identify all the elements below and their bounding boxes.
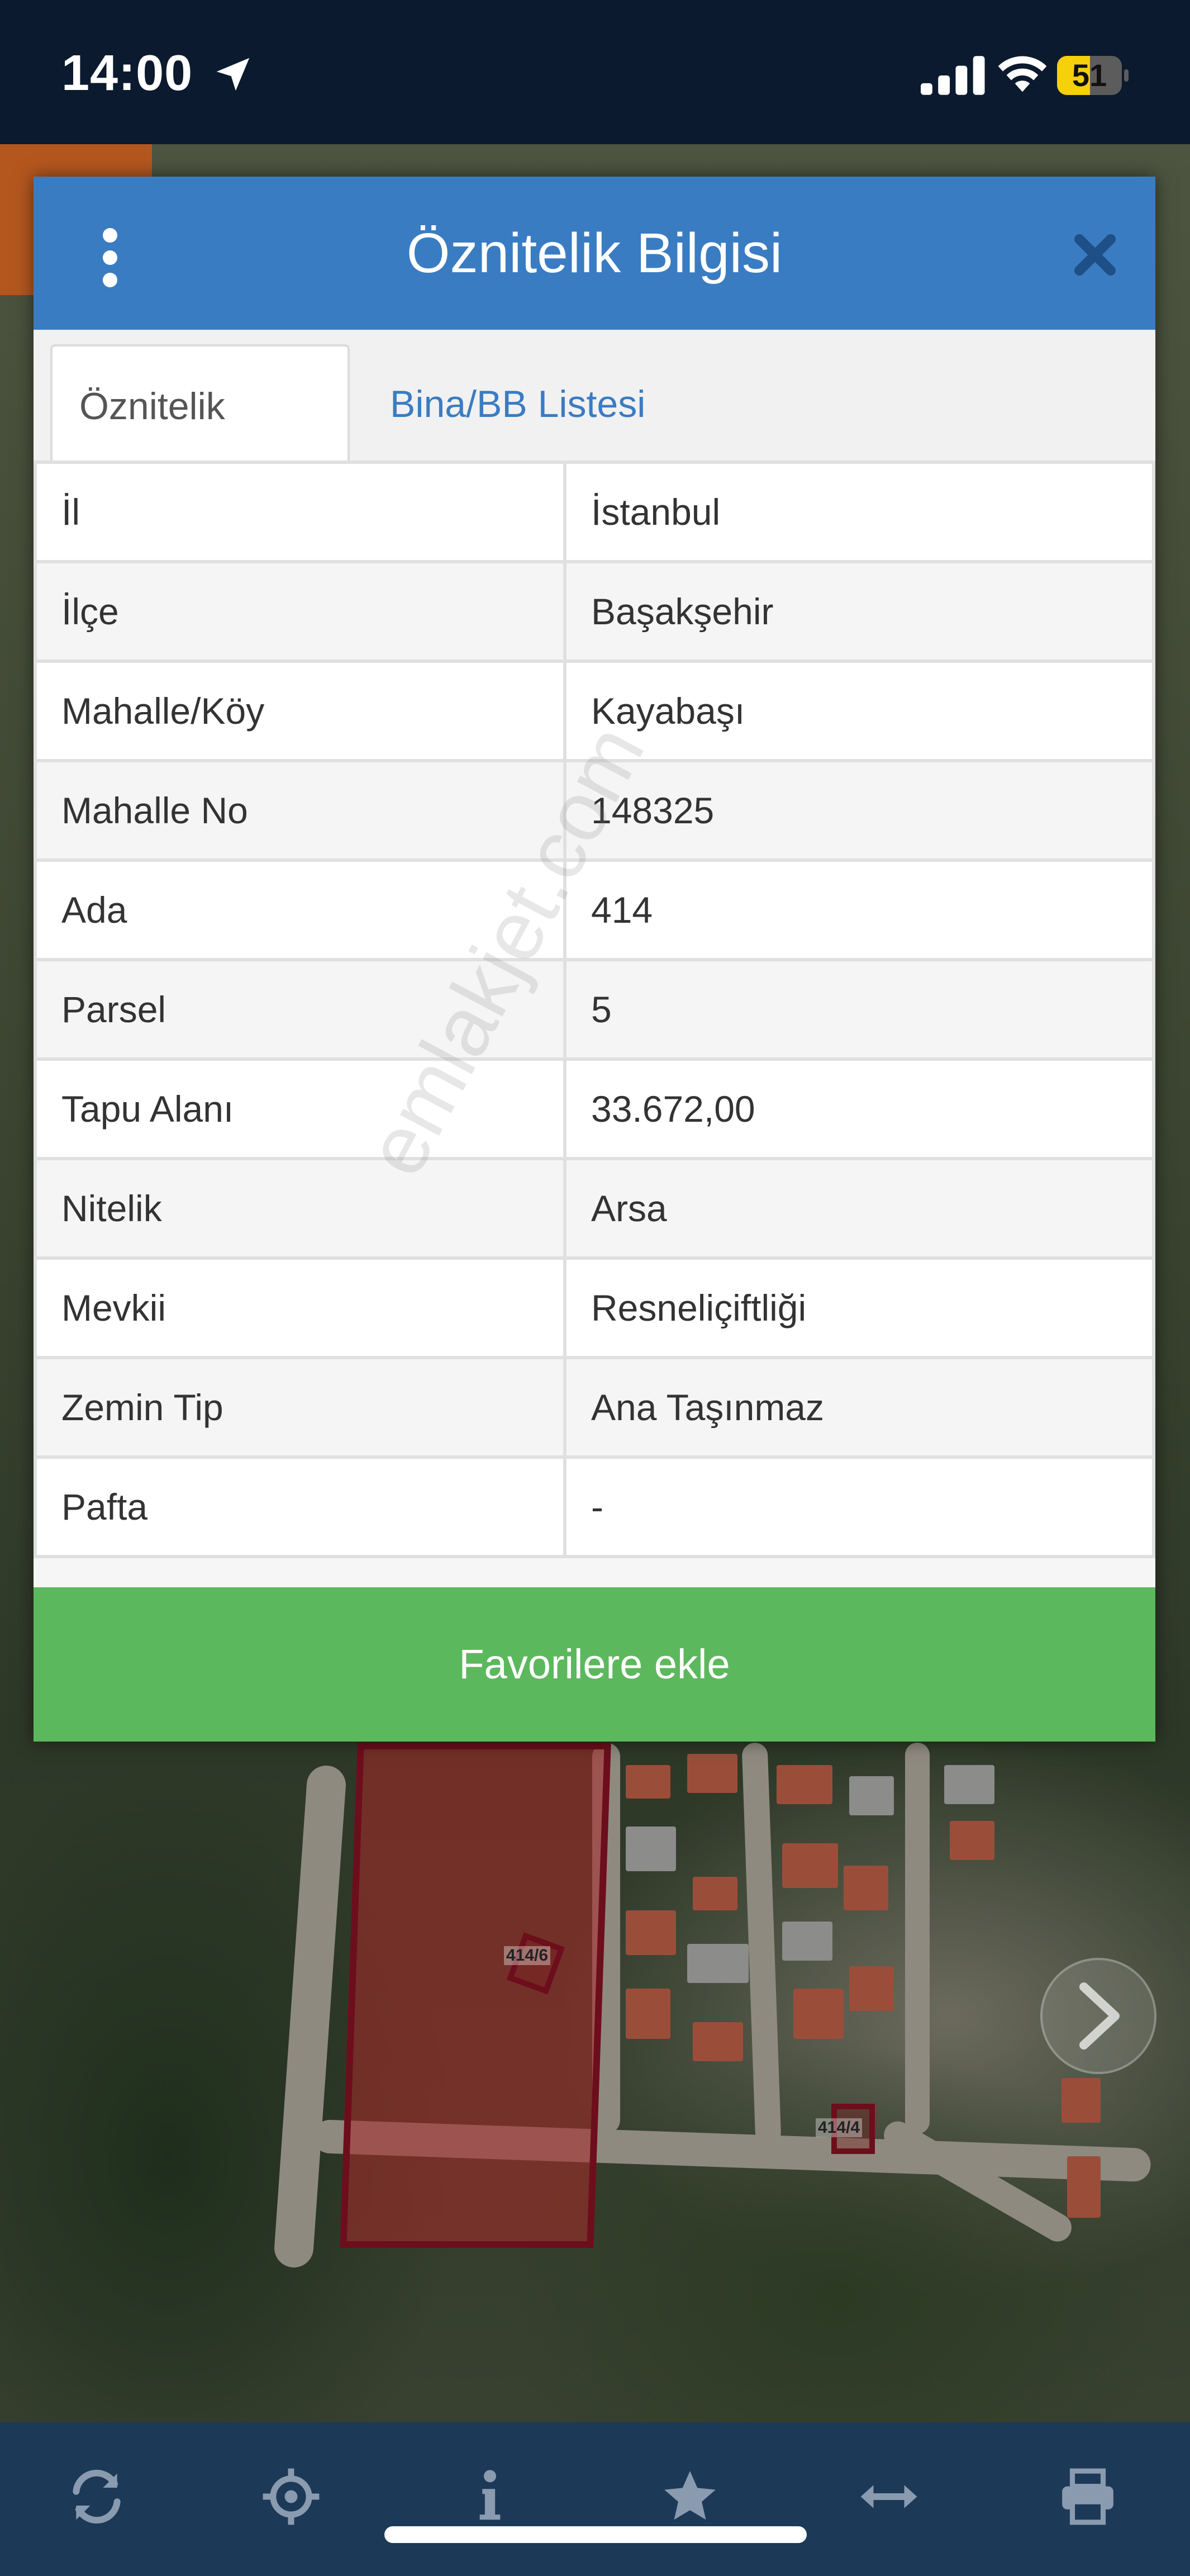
attribute-value: 33.672,00 [563, 1057, 1155, 1160]
chevron-right-icon [1079, 1982, 1120, 2050]
attribute-key: Parsel [34, 958, 567, 1061]
next-arrow-button[interactable] [1040, 1958, 1156, 2074]
info-button[interactable] [459, 2466, 521, 2527]
map-parcel-label: 414/6 [504, 1946, 551, 1965]
attribute-value: Ana Taşınmaz [563, 1356, 1155, 1459]
tab-building-list[interactable]: Bina/BB Listesi [363, 344, 672, 464]
attribute-key: Mevkii [34, 1256, 567, 1359]
map-building [693, 1877, 737, 1910]
map-building [782, 1922, 832, 1961]
attribute-key: Mahalle No [34, 759, 567, 862]
attribute-row: Pafta - [34, 1455, 1155, 1558]
map-building [626, 1989, 670, 2039]
favorites-button[interactable] [659, 2466, 721, 2527]
battery-icon: 51 [1057, 56, 1129, 95]
wifi-icon [998, 56, 1047, 92]
attribute-row: Nitelik Arsa [34, 1157, 1155, 1260]
attribute-row: Mahalle/Köy Kayabaşı [34, 660, 1155, 762]
tab-attribute-info[interactable]: Öznitelik Bilgisi [50, 344, 350, 547]
map-building [693, 2022, 743, 2061]
map-building [844, 1866, 888, 1910]
dialog-title: Öznitelik Bilgisi [406, 222, 783, 284]
map-building [950, 1821, 994, 1860]
attribute-row: Mahalle No 148325 [34, 759, 1155, 862]
attribute-value: - [563, 1455, 1155, 1558]
measure-icon [860, 2485, 917, 2508]
attribute-value: Resneliçiftliği [563, 1256, 1155, 1359]
attribute-key: Ada [34, 858, 567, 961]
attribute-value: İstanbul [563, 461, 1155, 563]
attribute-row: İlçe Başakşehir [34, 560, 1155, 663]
close-icon[interactable] [1073, 233, 1117, 277]
status-time: 14:00 [61, 45, 193, 101]
map-building [1067, 2156, 1101, 2218]
status-bar: 14:00 51 [0, 0, 1190, 144]
attribute-table: İl İstanbul İlçe Başakşehir Mahalle/Köy Kayab… [34, 461, 1155, 1558]
map-building [626, 1910, 676, 1955]
battery-level: 51 [1072, 58, 1107, 93]
attribute-key: Nitelik [34, 1157, 567, 1260]
info-icon [479, 2470, 501, 2520]
attribute-row: Zemin Tip Ana Taşınmaz [34, 1356, 1155, 1459]
attribute-value: 414 [563, 858, 1155, 961]
attribute-key: İlçe [34, 560, 567, 663]
home-indicator [384, 2526, 807, 2543]
map-road [905, 1743, 930, 2134]
attribute-key: Pafta [34, 1455, 567, 1558]
map-building [782, 1843, 838, 1888]
map-building [687, 1754, 737, 1793]
refresh-icon [73, 2469, 121, 2524]
attribute-value: 148325 [563, 759, 1155, 862]
location-arrow-icon [216, 58, 250, 91]
refresh-button[interactable] [66, 2466, 127, 2527]
bottom-toolbar [0, 2422, 1190, 2576]
dialog-header: Öznitelik Bilgisi [34, 177, 1155, 330]
attribute-value: 5 [563, 958, 1155, 1061]
attribute-row: Tapu Alanı 33.672,00 [34, 1057, 1155, 1160]
locate-icon [263, 2468, 320, 2525]
attribute-key: Mahalle/Köy [34, 660, 567, 762]
attribute-key: İl [34, 461, 567, 563]
locate-button[interactable] [260, 2466, 322, 2527]
attribute-row: Mevkii Resneliçiftliği [34, 1256, 1155, 1359]
map-road [878, 2116, 1077, 2247]
map-building [626, 1827, 676, 1871]
cellular-signal-icon [921, 56, 985, 95]
map-building [687, 1944, 749, 1983]
map-building [793, 1989, 844, 2039]
map-building [849, 1776, 894, 1815]
attribute-row: Parsel 5 [34, 958, 1155, 1061]
attribute-value: Arsa [563, 1157, 1155, 1260]
map-building [944, 1765, 994, 1804]
attribute-row: Ada 414 [34, 858, 1155, 961]
add-to-favorites-button[interactable]: Favorilere ekle [34, 1587, 1155, 1742]
map-building [777, 1765, 832, 1804]
attribute-info-dialog: Öznitelik Bilgisi Öznitelik Bilgisi Bina… [34, 177, 1155, 1742]
map-road [273, 1764, 348, 2269]
measure-button[interactable] [858, 2466, 920, 2527]
attribute-key: Tapu Alanı [34, 1057, 567, 1160]
map-parcel-414-6[interactable] [340, 1743, 611, 2248]
attribute-row: İl İstanbul [34, 461, 1155, 563]
map-building [849, 1966, 894, 2011]
print-icon [1062, 2468, 1113, 2525]
map-parcel-label: 414/4 [816, 2118, 863, 2137]
tab-bar: Öznitelik Bilgisi Bina/BB Listesi [34, 330, 1155, 547]
attribute-key: Zemin Tip [34, 1356, 567, 1459]
star-icon [664, 2471, 716, 2520]
map-building [1062, 2078, 1101, 2123]
map-building [626, 1765, 670, 1799]
attribute-value: Başakşehir [563, 560, 1155, 663]
attribute-value: Kayabaşı [563, 660, 1155, 762]
print-button[interactable] [1057, 2466, 1118, 2527]
